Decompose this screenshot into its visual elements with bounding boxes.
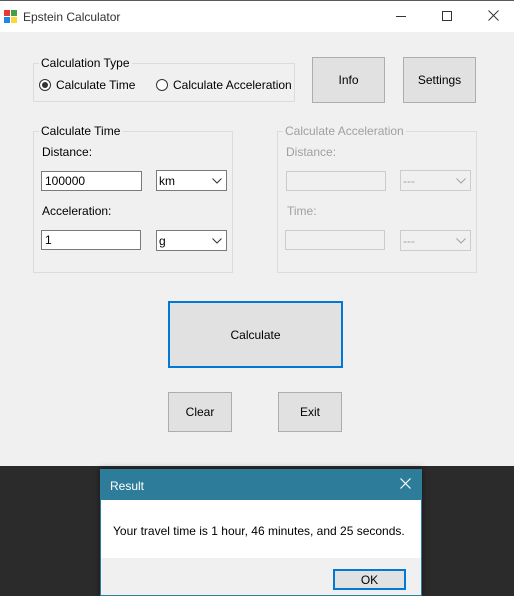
- accel-distance-unit-value: ---: [403, 173, 415, 188]
- exit-button[interactable]: Exit: [278, 392, 342, 432]
- settings-button[interactable]: Settings: [403, 57, 476, 103]
- radio-unchecked-icon: [156, 79, 168, 91]
- chevron-down-icon: [212, 237, 222, 244]
- accel-distance-unit-select[interactable]: ---: [400, 170, 471, 191]
- distance-input[interactable]: [41, 171, 142, 191]
- chevron-down-icon: [456, 177, 466, 184]
- calculation-type-legend: Calculation Type: [41, 56, 130, 70]
- acceleration-label: Acceleration:: [42, 204, 112, 218]
- acceleration-unit-value: g: [159, 233, 166, 248]
- radio-checked-icon: [39, 79, 51, 91]
- title-bar[interactable]: Epstein Calculator: [0, 1, 514, 32]
- calculate-acceleration-legend: Calculate Acceleration: [285, 124, 404, 138]
- distance-unit-select[interactable]: km: [156, 170, 227, 191]
- close-button[interactable]: [470, 1, 514, 32]
- minimize-button[interactable]: [378, 1, 424, 32]
- result-dialog-title-bar[interactable]: Result: [101, 470, 421, 500]
- window-title: Epstein Calculator: [23, 10, 121, 24]
- chevron-down-icon: [456, 237, 466, 244]
- radio-calculate-time[interactable]: Calculate Time: [39, 78, 135, 92]
- result-dialog-close-button[interactable]: [389, 470, 421, 500]
- accel-distance-label: Distance:: [286, 145, 337, 159]
- calculate-time-legend: Calculate Time: [41, 124, 121, 138]
- distance-unit-value: km: [159, 173, 175, 188]
- result-dialog-title: Result: [110, 479, 145, 493]
- clear-button[interactable]: Clear: [168, 392, 232, 432]
- main-window: Epstein Calculator Calculation Type Calc…: [0, 0, 514, 466]
- radio-calculate-acceleration[interactable]: Calculate Acceleration: [156, 78, 292, 92]
- minimize-icon: [396, 10, 406, 24]
- app-icon: [4, 10, 18, 24]
- calculate-button[interactable]: Calculate: [168, 301, 343, 368]
- accel-distance-input[interactable]: [286, 171, 386, 191]
- ok-button[interactable]: OK: [333, 569, 406, 590]
- acceleration-input[interactable]: [41, 230, 141, 250]
- maximize-button[interactable]: [424, 1, 470, 32]
- result-dialog-footer: OK: [101, 558, 421, 595]
- close-icon: [487, 9, 499, 24]
- result-message: Your travel time is 1 hour, 46 minutes, …: [113, 524, 405, 538]
- maximize-icon: [442, 10, 452, 24]
- acceleration-unit-select[interactable]: g: [156, 230, 227, 251]
- result-dialog: Result Your travel time is 1 hour, 46 mi…: [100, 469, 422, 596]
- accel-time-unit-value: ---: [403, 233, 415, 248]
- close-icon: [399, 478, 411, 492]
- accel-time-label: Time:: [287, 204, 317, 218]
- chevron-down-icon: [212, 177, 222, 184]
- accel-time-input[interactable]: [285, 230, 385, 250]
- distance-label: Distance:: [42, 145, 93, 159]
- radio-calculate-acceleration-label: Calculate Acceleration: [173, 78, 292, 92]
- radio-calculate-time-label: Calculate Time: [56, 78, 136, 92]
- info-button[interactable]: Info: [312, 57, 385, 103]
- accel-time-unit-select[interactable]: ---: [400, 230, 471, 251]
